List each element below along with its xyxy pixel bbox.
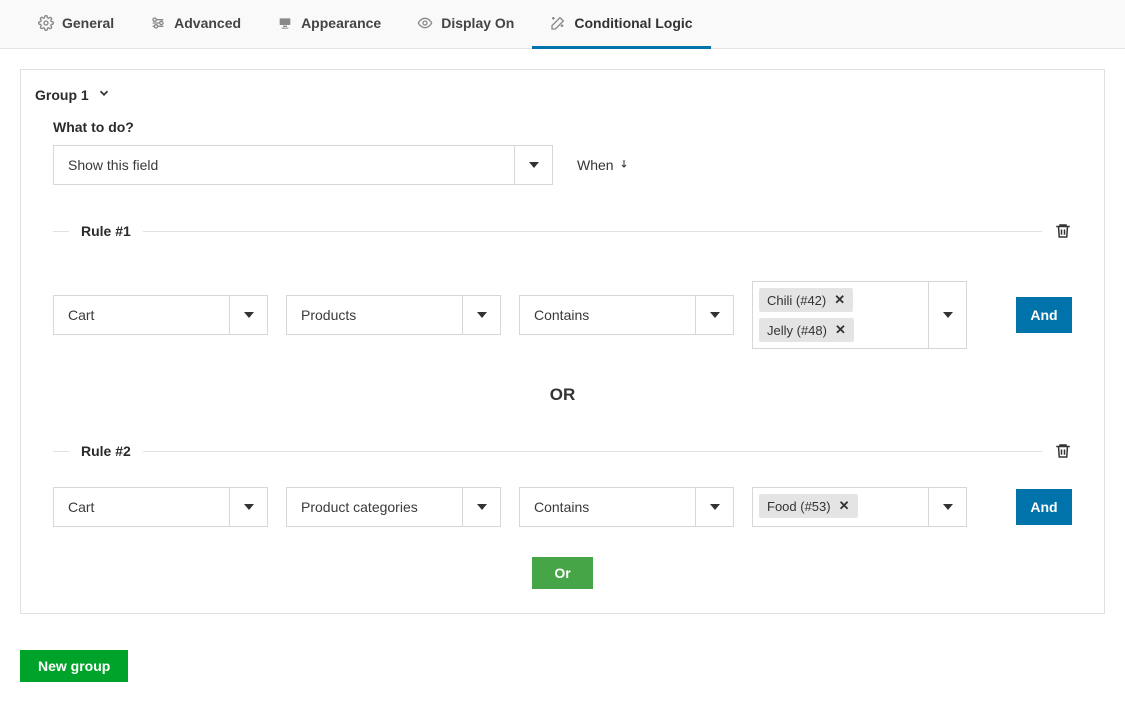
rule-block: Rule #2 Cart Product categories Contains <box>53 441 1072 527</box>
remove-tag-icon[interactable]: ✕ <box>839 498 850 514</box>
caret-down-icon <box>928 282 966 348</box>
caret-down-icon <box>229 296 267 334</box>
and-button[interactable]: And <box>1016 297 1072 333</box>
action-row: Show this field When <box>53 145 1072 185</box>
new-group-row: New group <box>0 634 1125 702</box>
tab-display-on[interactable]: Display On <box>399 0 532 49</box>
sliders-icon <box>150 15 166 31</box>
value-tag: Jelly (#48) ✕ <box>759 318 854 342</box>
caret-down-icon <box>462 296 500 334</box>
monitor-icon <box>277 15 293 31</box>
wand-icon <box>550 15 566 31</box>
remove-tag-icon[interactable]: ✕ <box>835 322 846 338</box>
rule-row: Cart Product categories Contains Food (#… <box>53 461 1072 527</box>
group-title: Group 1 <box>35 87 89 103</box>
chevron-down-icon <box>97 86 111 103</box>
tab-label: Display On <box>441 15 514 31</box>
or-button[interactable]: Or <box>532 557 592 589</box>
rule-value-select[interactable]: Chili (#42) ✕ Jelly (#48) ✕ <box>752 281 967 349</box>
trash-icon[interactable] <box>1054 441 1072 461</box>
rule-block: Rule #1 Cart Products Contains <box>53 221 1072 349</box>
what-to-do-label: What to do? <box>53 113 1072 145</box>
and-button[interactable]: And <box>1016 489 1072 525</box>
trash-icon[interactable] <box>1054 221 1072 241</box>
tab-label: Advanced <box>174 15 241 31</box>
caret-down-icon <box>514 146 552 184</box>
caret-down-icon <box>928 488 966 526</box>
tab-appearance[interactable]: Appearance <box>259 0 399 49</box>
rule-operator-select[interactable]: Contains <box>519 295 734 335</box>
rule-value-select[interactable]: Food (#53) ✕ <box>752 487 967 527</box>
tab-conditional-logic[interactable]: Conditional Logic <box>532 0 710 49</box>
tab-label: Appearance <box>301 15 381 31</box>
rule-title: Rule #1 <box>81 223 131 239</box>
caret-down-icon <box>229 488 267 526</box>
value-tag: Chili (#42) ✕ <box>759 288 853 312</box>
action-select[interactable]: Show this field <box>53 145 553 185</box>
tab-label: General <box>62 15 114 31</box>
new-group-button[interactable]: New group <box>20 650 128 682</box>
tab-advanced[interactable]: Advanced <box>132 0 259 49</box>
caret-down-icon <box>462 488 500 526</box>
or-separator: OR <box>53 349 1072 405</box>
rule-source-select[interactable]: Cart <box>53 487 268 527</box>
conditional-logic-panel: Group 1 What to do? Show this field When… <box>20 69 1105 614</box>
group-body: What to do? Show this field When Rule #1 <box>21 113 1104 613</box>
rule-operator-select[interactable]: Contains <box>519 487 734 527</box>
settings-tabbar: General Advanced Appearance Display On C… <box>0 0 1125 49</box>
caret-down-icon <box>695 488 733 526</box>
tab-general[interactable]: General <box>20 0 132 49</box>
tab-label: Conditional Logic <box>574 15 692 31</box>
rule-source-select[interactable]: Cart <box>53 295 268 335</box>
rule-field-select[interactable]: Product categories <box>286 487 501 527</box>
action-value: Show this field <box>54 157 172 173</box>
eye-icon <box>417 15 433 31</box>
remove-tag-icon[interactable]: ✕ <box>834 292 845 308</box>
rule-field-select[interactable]: Products <box>286 295 501 335</box>
or-button-row: Or <box>53 527 1072 589</box>
caret-down-icon <box>695 296 733 334</box>
rule-row: Cart Products Contains Chili (#42) ✕ <box>53 241 1072 349</box>
gear-icon <box>38 15 54 31</box>
rule-title: Rule #2 <box>81 443 131 459</box>
group-header[interactable]: Group 1 <box>21 70 1104 113</box>
value-tag: Food (#53) ✕ <box>759 494 858 518</box>
arrow-down-icon <box>618 157 630 174</box>
when-label: When <box>577 157 630 174</box>
